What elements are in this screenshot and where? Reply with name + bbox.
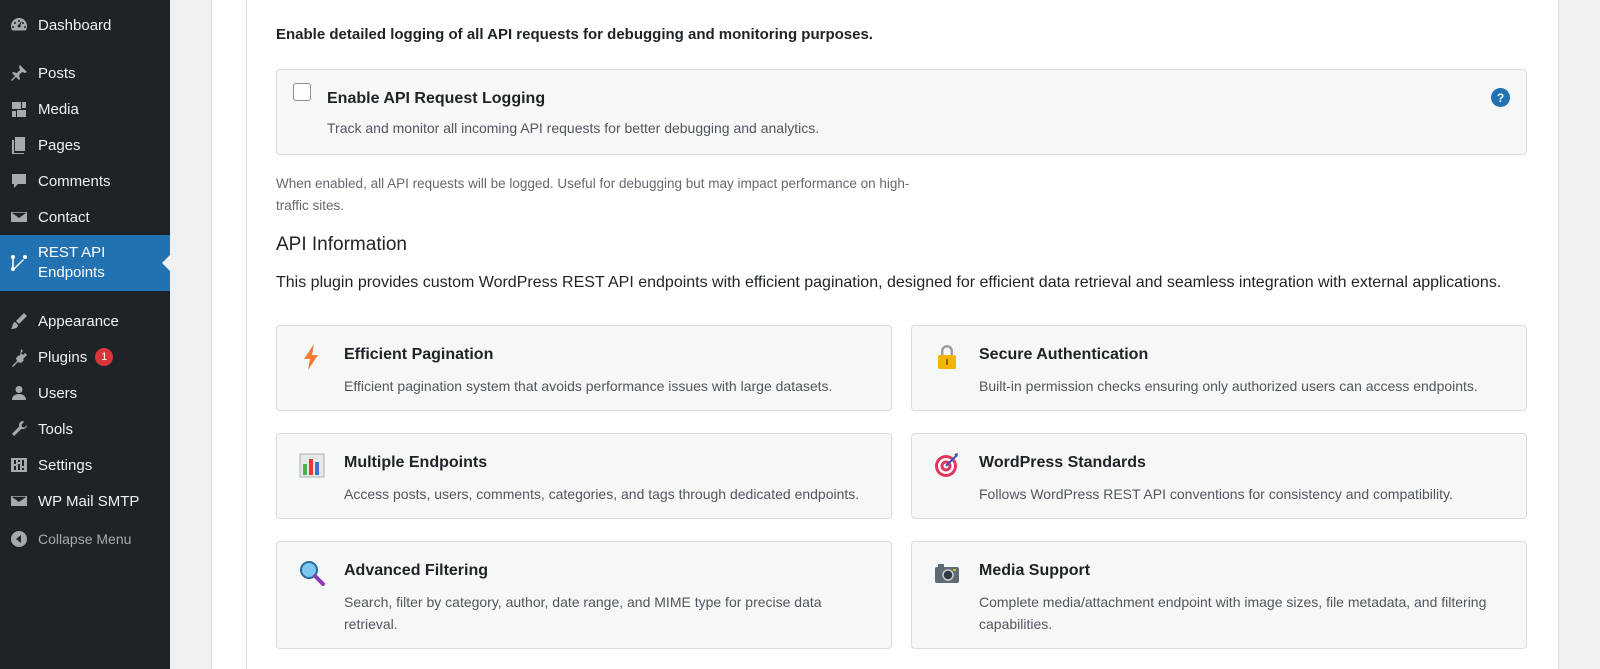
sidebar-item-rest-api-endpoints[interactable]: REST API Endpoints	[0, 235, 170, 291]
wrench-icon	[9, 419, 29, 439]
feature-title: Advanced Filtering	[344, 562, 489, 579]
feature-card-wordpress-standards: WordPress Standards Follows WordPress RE…	[911, 433, 1527, 519]
sidebar-item-dashboard[interactable]: Dashboard	[0, 7, 170, 43]
sidebar-item-label: Settings	[38, 456, 93, 474]
plugins-update-badge: 1	[95, 348, 114, 366]
logging-option-description: Track and monitor all incoming API reque…	[327, 120, 820, 136]
sidebar-item-posts[interactable]: Posts	[0, 55, 170, 91]
content-wrapper: Enable detailed logging of all API reque…	[211, 0, 1559, 669]
feature-description: Search, filter by category, author, date…	[344, 594, 822, 632]
sidebar-item-plugins[interactable]: Plugins 1	[0, 339, 170, 375]
sidebar-item-label: Contact	[38, 208, 90, 226]
magnifier-icon	[300, 561, 325, 586]
camera-icon	[935, 564, 959, 583]
logging-option-box: Enable API Request Logging Track and mon…	[276, 69, 1527, 155]
collapse-icon	[9, 529, 29, 549]
bar-chart-icon	[299, 453, 325, 478]
collapse-menu-button[interactable]: Collapse Menu	[0, 521, 170, 557]
logging-note: When enabled, all API requests will be l…	[276, 176, 910, 213]
feature-card-advanced-filtering: Advanced Filtering Search, filter by cat…	[276, 541, 892, 649]
feature-card-secure-authentication: Secure Authentication Built-in permissio…	[911, 325, 1527, 411]
help-icon[interactable]: ?	[1491, 88, 1510, 107]
sidebar-item-pages[interactable]: Pages	[0, 127, 170, 163]
sidebar-item-appearance[interactable]: Appearance	[0, 303, 170, 339]
plug-icon	[9, 347, 29, 367]
logging-option-title[interactable]: Enable API Request Logging	[327, 90, 545, 108]
sidebar-item-label: Appearance	[38, 312, 119, 330]
feature-description: Follows WordPress REST API conventions f…	[979, 486, 1453, 502]
feature-title: WordPress Standards	[979, 454, 1146, 471]
sidebar-item-label: Plugins	[38, 348, 88, 366]
sidebar-item-label: Pages	[38, 136, 81, 154]
sidebar-item-tools[interactable]: Tools	[0, 411, 170, 447]
sliders-icon	[9, 455, 29, 475]
comment-icon	[9, 171, 29, 191]
sidebar-item-media[interactable]: Media	[0, 91, 170, 127]
feature-card-multiple-endpoints: Multiple Endpoints Access posts, users, …	[276, 433, 892, 519]
feature-description: Access posts, users, comments, categorie…	[344, 486, 860, 502]
feature-title: Efficient Pagination	[344, 346, 494, 363]
sidebar-item-comments[interactable]: Comments	[0, 163, 170, 199]
sidebar-item-label: Comments	[38, 172, 111, 190]
sidebar-item-settings[interactable]: Settings	[0, 447, 170, 483]
feature-title: Multiple Endpoints	[344, 454, 488, 471]
sidebar-item-label: Tools	[38, 420, 74, 438]
feature-card-efficient-pagination: Efficient Pagination Efficient paginatio…	[276, 325, 892, 411]
admin-sidebar: Dashboard Posts Media Pages Comments Con…	[0, 0, 170, 669]
sidebar-item-label: REST API Endpoints	[38, 244, 106, 281]
lock-icon	[938, 345, 956, 369]
collapse-menu-label: Collapse Menu	[38, 531, 132, 547]
sidebar-item-contact[interactable]: Contact	[0, 199, 170, 235]
sidebar-item-users[interactable]: Users	[0, 375, 170, 411]
brush-icon	[9, 311, 29, 331]
logging-description: Enable detailed logging of all API reque…	[276, 26, 873, 43]
enable-logging-checkbox[interactable]	[293, 83, 311, 101]
mail-icon	[9, 491, 29, 511]
feature-title: Media Support	[979, 562, 1091, 579]
sidebar-item-label: Dashboard	[38, 16, 112, 34]
sidebar-item-wp-mail-smtp[interactable]: WP Mail SMTP	[0, 483, 170, 519]
user-icon	[9, 383, 29, 403]
feature-card-media-support: Media Support Complete media/attachment …	[911, 541, 1527, 649]
feature-description: Efficient pagination system that avoids …	[344, 378, 833, 394]
feature-description: Built-in permission checks ensuring only…	[979, 378, 1478, 394]
mail-icon	[9, 207, 29, 227]
sidebar-item-label: Posts	[38, 64, 76, 82]
feature-title: Secure Authentication	[979, 346, 1149, 363]
settings-panel: Enable detailed logging of all API reque…	[246, 0, 1558, 669]
sidebar-item-label: WP Mail SMTP	[38, 492, 140, 510]
pages-icon	[9, 135, 29, 155]
feature-description: Complete media/attachment endpoint with …	[979, 594, 1487, 632]
sidebar-item-label: Users	[38, 384, 78, 402]
pin-icon	[9, 63, 29, 83]
lightning-icon	[304, 344, 318, 370]
media-icon	[9, 99, 29, 119]
api-icon	[9, 253, 29, 273]
dashboard-icon	[9, 15, 29, 35]
api-information-intro: This plugin provides custom WordPress RE…	[276, 274, 1502, 291]
api-information-title: API Information	[276, 234, 407, 255]
target-icon	[935, 453, 958, 477]
sidebar-item-label: Media	[38, 100, 79, 118]
